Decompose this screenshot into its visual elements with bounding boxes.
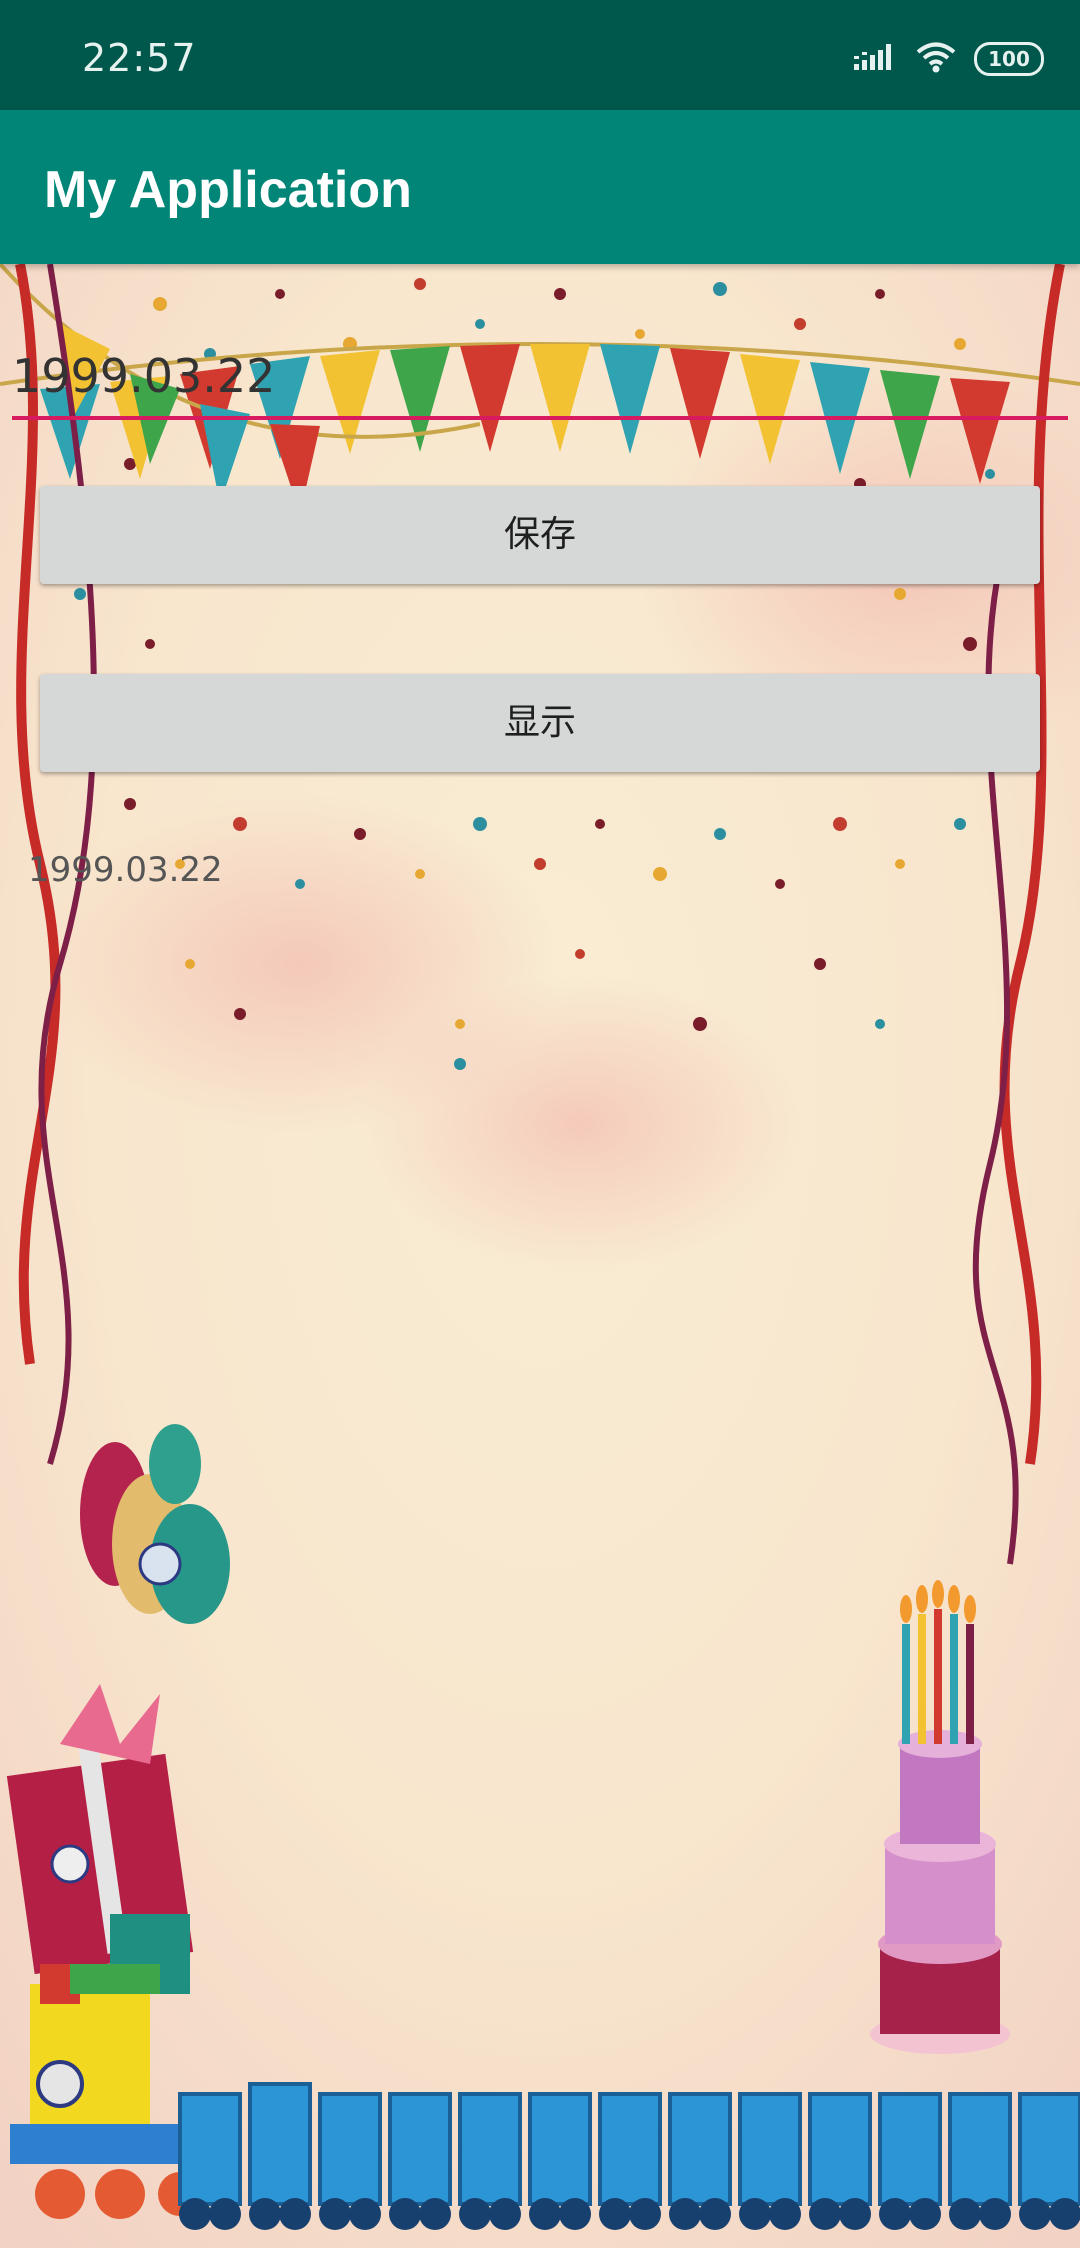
app-title: My Application xyxy=(44,161,412,219)
app-bar: My Application xyxy=(0,110,1080,264)
displayed-date-text: 1999.03.22 xyxy=(28,850,223,890)
date-input[interactable] xyxy=(12,344,1066,408)
save-button[interactable]: 保存 xyxy=(40,486,1040,584)
status-icons: 100 xyxy=(854,42,1044,76)
date-input-underline xyxy=(12,416,1068,420)
status-time: 22:57 xyxy=(82,36,197,80)
signal-icon xyxy=(854,42,898,76)
show-button[interactable]: 显示 xyxy=(40,674,1040,772)
content-area: 保存 显示 1999.03.22 xyxy=(0,264,1080,2248)
battery-icon: 100 xyxy=(974,42,1044,76)
status-bar: 22:57 100 xyxy=(0,0,1080,110)
wifi-icon xyxy=(916,41,956,77)
